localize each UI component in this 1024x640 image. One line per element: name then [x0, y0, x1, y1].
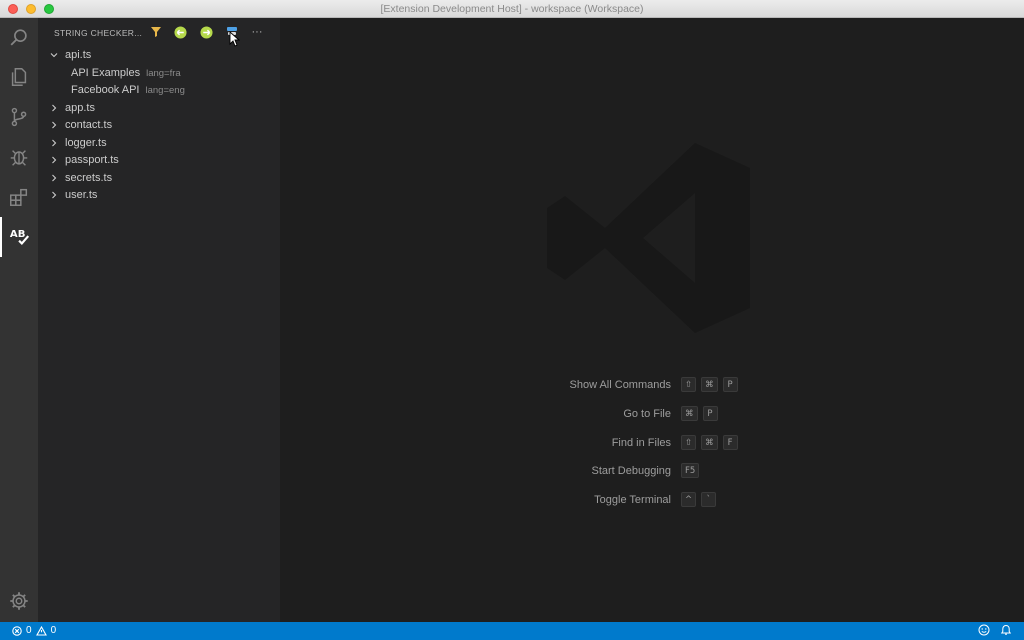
status-right-items	[978, 624, 1012, 636]
tree-item-label: secrets.ts	[65, 172, 113, 184]
tree-item-api-examples[interactable]: API Examples lang=fra	[38, 64, 280, 82]
tree-item-description: lang=fra	[146, 67, 181, 79]
key: `	[701, 492, 717, 507]
title-bar: [Extension Development Host] - workspace…	[0, 0, 1024, 18]
key: F	[722, 435, 738, 450]
activity-bar: AB	[0, 18, 38, 622]
error-icon	[12, 625, 22, 636]
shortcut-keys: F5	[681, 463, 700, 478]
key: F5	[681, 463, 700, 478]
activity-debug[interactable]	[0, 137, 38, 177]
chevron-right-icon	[49, 155, 59, 165]
sidebar-title: STRING CHECKER...	[54, 28, 143, 38]
tree-item-facebook-api[interactable]: Facebook API lang=eng	[38, 81, 280, 99]
tree-item-contact-ts[interactable]: contact.ts	[38, 116, 280, 134]
chevron-right-icon	[49, 120, 59, 130]
chevron-right-icon	[49, 103, 59, 113]
close-window-button[interactable]	[8, 4, 18, 14]
more-actions-button[interactable]: ···	[249, 24, 265, 40]
chevron-right-icon	[49, 138, 59, 148]
maximize-window-button[interactable]	[44, 4, 54, 14]
status-bar: 0 0	[0, 622, 1024, 640]
gear-icon	[10, 592, 28, 610]
minimize-window-button[interactable]	[26, 4, 36, 14]
files-icon	[11, 68, 27, 86]
shortcut-keys: ⌘ P	[681, 406, 718, 421]
editor-area: Show All Commands ⇧ ⌘ P Go to File ⌘ P F…	[280, 18, 1024, 622]
shortcut-start-debugging: Start Debugging F5	[280, 463, 1024, 481]
smiley-feedback-icon[interactable]	[978, 624, 990, 636]
bell-icon[interactable]	[1000, 624, 1012, 636]
chevron-right-icon	[49, 173, 59, 183]
key: P	[722, 377, 738, 392]
prev-icon	[173, 25, 187, 39]
shortcut-label: Show All Commands	[569, 379, 672, 391]
tree-item-app-ts[interactable]: app.ts	[38, 99, 280, 117]
tree-item-user-ts[interactable]: user.ts	[38, 186, 280, 204]
key: P	[702, 406, 718, 421]
shortcut-label: Go to File	[623, 408, 671, 420]
shortcut-label: Toggle Terminal	[594, 494, 671, 506]
filter-icon	[151, 27, 161, 37]
svg-text:AB: AB	[10, 229, 25, 240]
tree-item-label: contact.ts	[65, 119, 113, 131]
shortcut-toggle-terminal: Toggle Terminal ^ `	[280, 492, 1024, 510]
shortcut-find-in-files: Find in Files ⇧ ⌘ F	[280, 435, 1024, 453]
key: ⌘	[701, 435, 718, 450]
tree-item-secrets-ts[interactable]: secrets.ts	[38, 169, 280, 187]
warning-count: 0	[50, 625, 57, 636]
bug-icon	[10, 150, 28, 166]
shortcut-show-all-commands: Show All Commands ⇧ ⌘ P	[280, 377, 1024, 395]
error-count: 0	[26, 625, 32, 636]
spellcheck-icon: AB	[10, 229, 30, 246]
tree-item-label: app.ts	[65, 102, 95, 114]
tree-item-logger-ts[interactable]: logger.ts	[38, 134, 280, 152]
window-controls	[8, 4, 54, 14]
activity-extensions[interactable]	[0, 177, 38, 217]
next-icon	[199, 25, 213, 39]
activity-explorer[interactable]	[0, 57, 38, 97]
next-button[interactable]	[198, 24, 214, 40]
shortcut-label: Start Debugging	[591, 465, 672, 477]
warning-icon	[35, 625, 47, 636]
activity-manage[interactable]	[0, 581, 38, 621]
tree-item-label: API Examples	[71, 67, 141, 79]
search-icon	[10, 29, 27, 46]
shortcut-keys: ⇧ ⌘ P	[681, 377, 738, 392]
shortcut-keys: ^ `	[681, 492, 717, 507]
tree-item-label: Facebook API	[71, 84, 140, 96]
activity-source-control[interactable]	[0, 97, 38, 137]
extensions-icon	[10, 188, 28, 206]
activity-search[interactable]	[0, 18, 38, 58]
tree-item-passport-ts[interactable]: passport.ts	[38, 151, 280, 169]
window-title: [Extension Development Host] - workspace…	[380, 2, 644, 15]
previous-button[interactable]	[172, 24, 188, 40]
shortcut-keys: ⇧ ⌘ F	[681, 435, 738, 450]
filter-button[interactable]	[148, 24, 164, 40]
problems-indicator[interactable]: 0 0	[12, 625, 56, 636]
sidebar: STRING CHECKER... ··· api.ts API Example…	[38, 18, 280, 622]
tree-item-api-ts[interactable]: api.ts	[38, 46, 280, 64]
tree-item-description: lang=eng	[145, 84, 185, 96]
chevron-down-icon	[49, 50, 59, 60]
sidebar-header: STRING CHECKER... ···	[38, 18, 280, 47]
chevron-right-icon	[49, 190, 59, 200]
source-control-icon	[11, 107, 27, 127]
tree-item-label: api.ts	[65, 49, 92, 61]
activity-string-checker[interactable]: AB	[0, 217, 38, 257]
key: ⌘	[701, 377, 718, 392]
tree-item-label: logger.ts	[65, 137, 107, 149]
tree-item-label: user.ts	[65, 189, 98, 201]
shortcut-go-to-file: Go to File ⌘ P	[280, 406, 1024, 424]
vscode-logo-icon	[547, 143, 750, 333]
mouse-cursor-icon	[229, 31, 240, 47]
key: ⌘	[681, 406, 698, 421]
key: ^	[681, 492, 697, 507]
key: ⇧	[681, 435, 697, 450]
key: ⇧	[681, 377, 697, 392]
more-icon: ···	[251, 26, 263, 38]
tree-item-label: passport.ts	[65, 154, 119, 166]
shortcut-label: Find in Files	[611, 437, 671, 449]
